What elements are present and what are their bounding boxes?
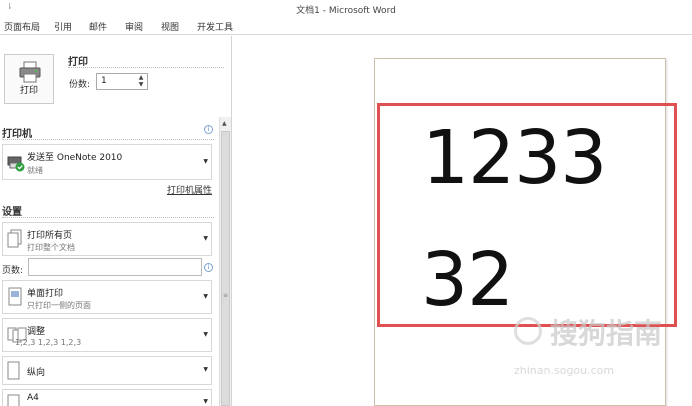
- paper-size-dropdown[interactable]: A4 ▼: [2, 389, 212, 406]
- watermark-logo-icon: [514, 317, 542, 345]
- copies-value: 1: [101, 76, 107, 86]
- paper-icon: [7, 394, 20, 406]
- print-button[interactable]: 打印: [4, 54, 54, 104]
- collate-sub: 1,2,3 1,2,3 1,2,3: [15, 338, 82, 347]
- printer-status: 就绪: [27, 166, 43, 175]
- watermark-url: zhinan.sogou.com: [514, 364, 615, 377]
- orientation-dropdown[interactable]: 纵向 ▼: [2, 356, 212, 385]
- info-icon[interactable]: i: [204, 125, 213, 134]
- copies-label: 份数:: [69, 80, 91, 90]
- printer-status-icon: [7, 156, 25, 172]
- spin-arrows-icon[interactable]: ▲ ▼: [137, 74, 145, 89]
- settings-heading: 设置: [2, 207, 22, 218]
- paper-main: A4: [27, 393, 39, 403]
- print-heading: 打印: [68, 57, 88, 68]
- tab-view[interactable]: 视图: [161, 20, 179, 33]
- printer-name: 发送至 OneNote 2010: [27, 153, 123, 163]
- watermark-text: 搜狗指南: [550, 317, 663, 350]
- print-button-label: 打印: [19, 86, 38, 96]
- single-sided-icon: [8, 287, 22, 306]
- window-title: 文档1 - Microsoft Word: [296, 6, 396, 16]
- chevron-down-icon: ▼: [203, 293, 208, 300]
- print-range-dropdown[interactable]: 打印所有页 打印整个文档 ▼: [2, 222, 212, 256]
- preview-text-line-1: 1233: [422, 115, 607, 201]
- ribbon-tabs: 页面布局 引用 邮件 审阅 视图 开发工具: [0, 17, 692, 35]
- printer-heading: 打印机: [2, 129, 32, 140]
- divider: [68, 67, 224, 68]
- panel-scrollbar[interactable]: ▲ ≡: [219, 117, 231, 406]
- chevron-down-icon: ▼: [203, 235, 208, 242]
- printer-dropdown[interactable]: 发送至 OneNote 2010 就绪 ▼: [2, 144, 212, 180]
- chevron-down-icon: ▼: [203, 331, 208, 338]
- sides-dropdown[interactable]: 单面打印 只打印一侧的页面 ▼: [2, 280, 212, 314]
- tab-references[interactable]: 引用: [54, 20, 72, 33]
- collate-dropdown[interactable]: 调整 1,2,3 1,2,3 1,2,3 ▼: [2, 318, 212, 352]
- chevron-down-icon: ▼: [203, 398, 208, 405]
- printer-properties-link[interactable]: 打印机属性: [167, 183, 212, 196]
- tab-mailings[interactable]: 邮件: [89, 20, 107, 33]
- grip-icon: ≡: [223, 292, 229, 299]
- collate-main: 调整: [27, 327, 46, 337]
- divider: [2, 217, 214, 218]
- portrait-icon: [7, 361, 20, 380]
- pages-input[interactable]: [28, 258, 202, 276]
- sides-sub: 只打印一侧的页面: [27, 301, 91, 310]
- tab-page-layout[interactable]: 页面布局: [4, 20, 40, 33]
- sides-main: 单面打印: [27, 289, 64, 299]
- print-range-sub: 打印整个文档: [27, 243, 75, 252]
- scroll-up-icon[interactable]: ▲: [222, 120, 227, 127]
- title-bar: ⇂ 文档1 - Microsoft Word: [0, 0, 692, 17]
- print-range-main: 打印所有页: [27, 231, 73, 241]
- scroll-thumb[interactable]: [221, 131, 230, 406]
- chevron-down-icon: ▼: [203, 158, 208, 165]
- pages-label: 页数:: [2, 266, 24, 276]
- preview-text-line-2: 32: [421, 237, 514, 323]
- divider: [2, 139, 214, 140]
- tab-review[interactable]: 审阅: [125, 20, 143, 33]
- orientation-main: 纵向: [27, 368, 46, 378]
- pages-icon: [7, 229, 22, 248]
- printer-icon: [19, 61, 41, 83]
- copies-stepper[interactable]: 1 ▲ ▼: [96, 73, 148, 90]
- chevron-down-icon: ▼: [203, 366, 208, 373]
- info-icon[interactable]: i: [204, 263, 213, 272]
- tab-developer[interactable]: 开发工具: [197, 20, 233, 33]
